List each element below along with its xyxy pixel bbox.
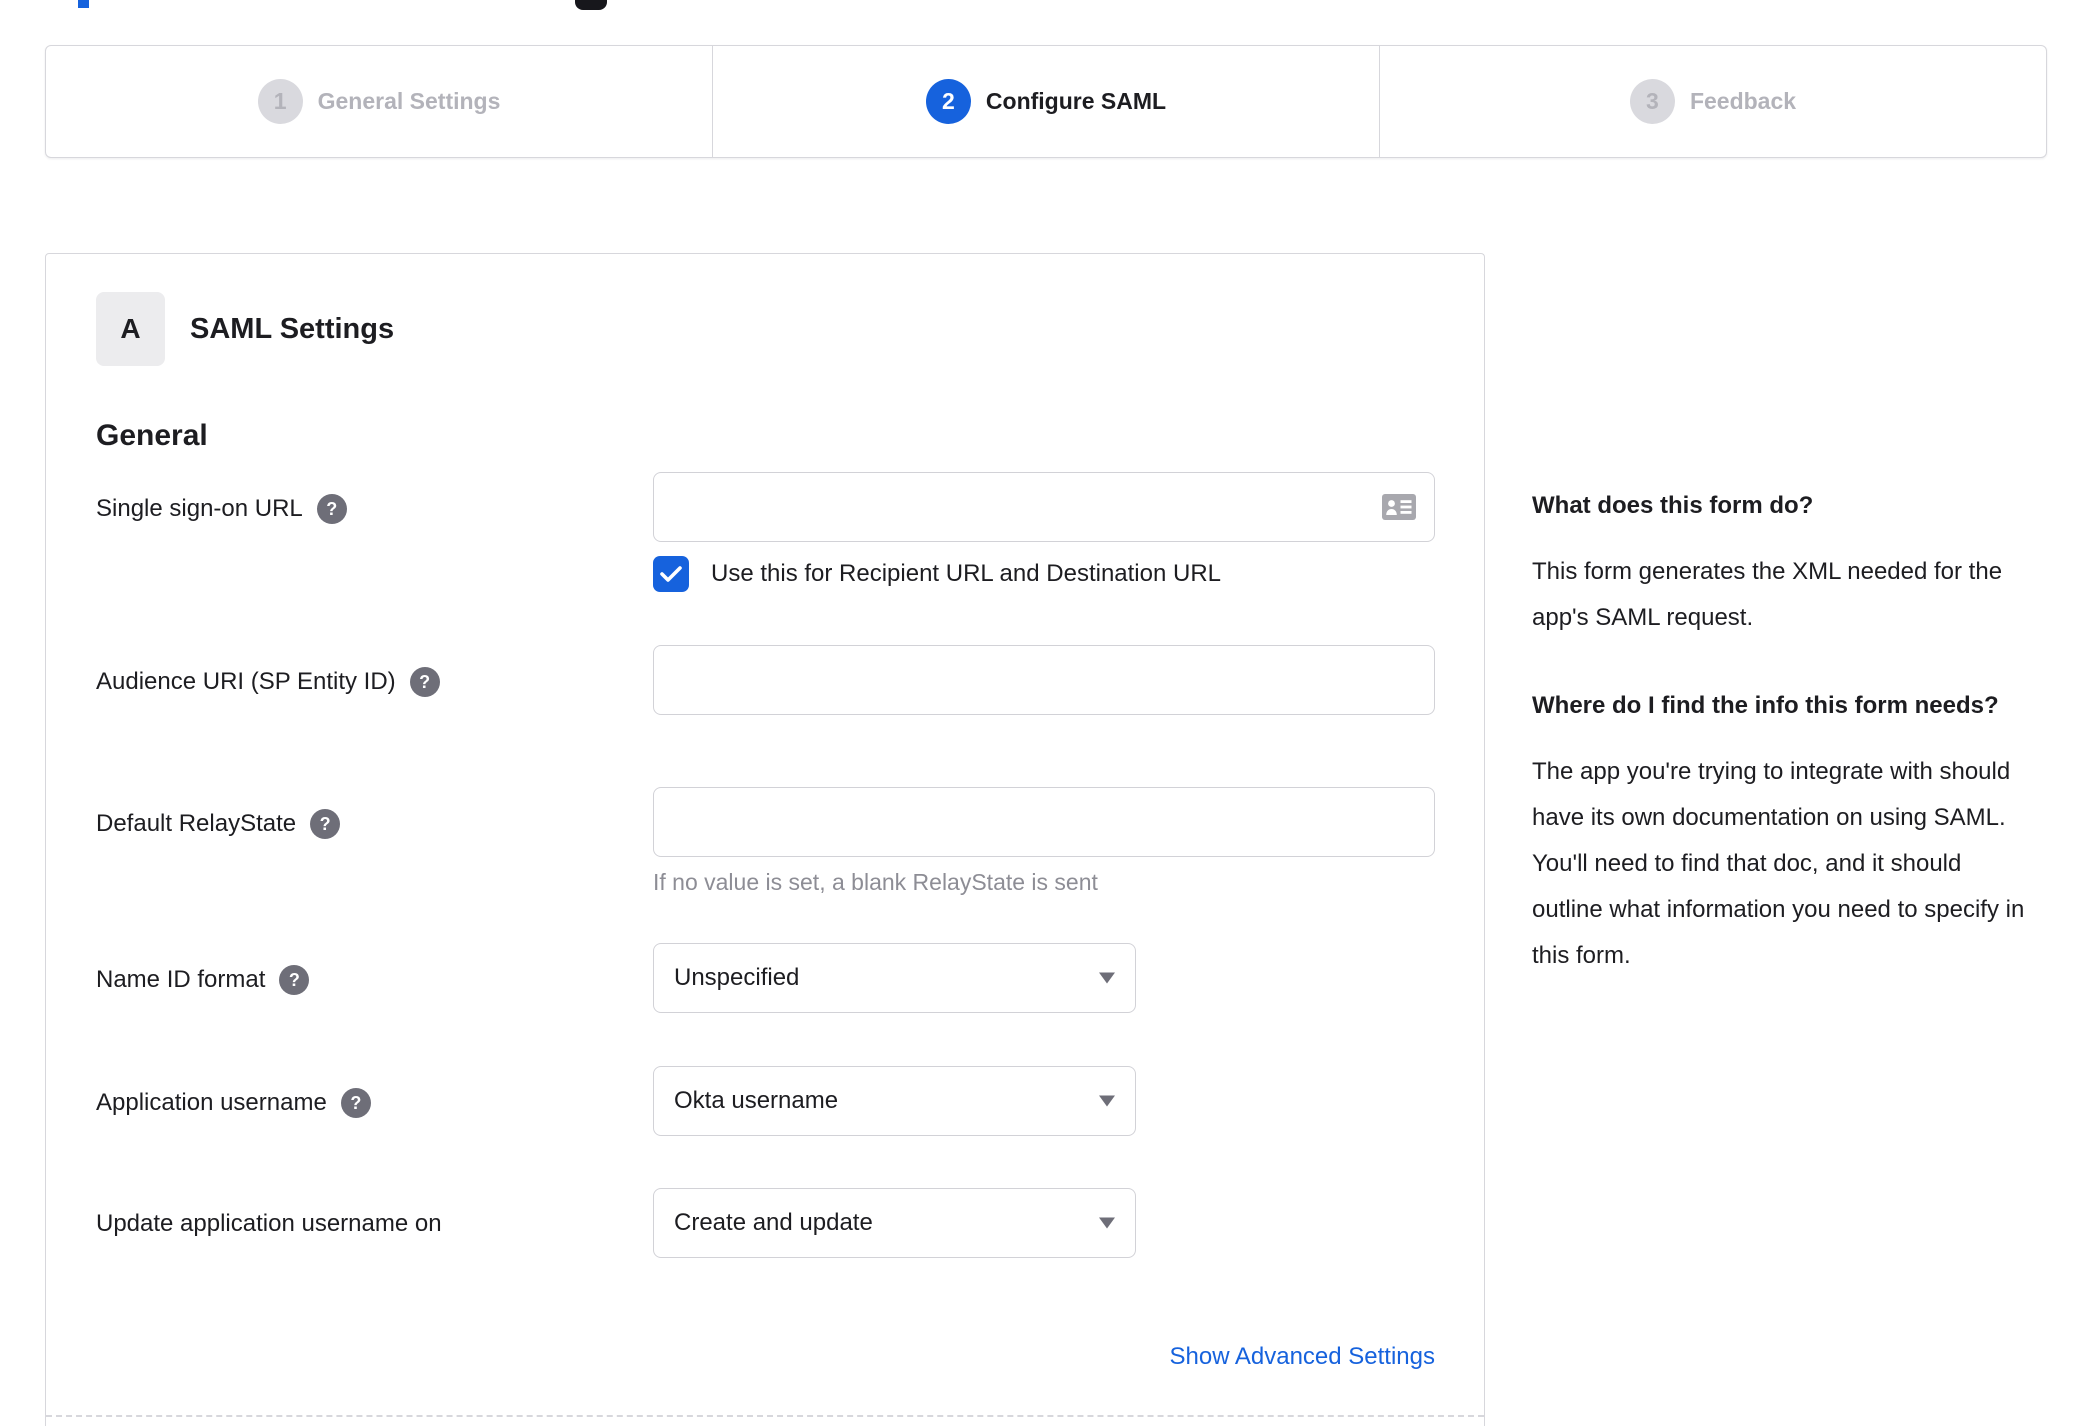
chevron-down-icon <box>1099 1217 1115 1229</box>
name-id-format-select[interactable]: Unspecified <box>653 943 1136 1013</box>
cut-off-dark-icon <box>575 0 607 10</box>
step-configure-saml[interactable]: 2 Configure SAML <box>712 46 1379 157</box>
sidebar-heading: What does this form do? <box>1532 492 1814 519</box>
show-advanced-settings-link[interactable]: Show Advanced Settings <box>1169 1343 1435 1371</box>
name-id-format-row: Name ID format ? Unspecified <box>96 943 1433 1013</box>
relay-state-hint: If no value is set, a blank RelayState i… <box>653 869 1098 895</box>
step-number-badge: 1 <box>257 79 303 124</box>
help-icon[interactable]: ? <box>316 494 347 524</box>
sidebar-body: This form generates the XML needed for t… <box>1532 558 2003 631</box>
update-application-username-label: Update application username on <box>96 1210 442 1237</box>
section-title: SAML Settings <box>190 312 395 345</box>
saml-settings-panel: A SAML Settings General Single sign-on U… <box>45 253 1485 1426</box>
step-label: Feedback <box>1689 88 1797 114</box>
application-username-label: Application username <box>96 1089 327 1116</box>
cut-off-blue-accent <box>78 0 89 8</box>
help-icon[interactable]: ? <box>310 809 341 839</box>
relay-state-input[interactable] <box>654 788 1434 856</box>
step-number-badge: 3 <box>1629 79 1675 124</box>
help-icon[interactable]: ? <box>279 965 310 995</box>
application-username-value: Okta username <box>674 1087 839 1114</box>
sso-url-row: Single sign-on URL ? Use this for Recipi… <box>96 472 1435 592</box>
general-group-heading: General <box>96 419 208 452</box>
section-a-badge: A <box>96 292 165 366</box>
audience-uri-row: Audience URI (SP Entity ID) ? <box>96 645 1435 715</box>
sso-url-input[interactable] <box>654 473 1434 541</box>
recipient-url-checkbox[interactable] <box>653 556 689 592</box>
recipient-url-checkbox-label[interactable]: Use this for Recipient URL and Destinati… <box>711 560 1221 588</box>
help-icon[interactable]: ? <box>409 667 440 697</box>
section-dashed-divider <box>46 1415 1484 1417</box>
audience-uri-label: Audience URI (SP Entity ID) <box>96 668 396 695</box>
chevron-down-icon <box>1099 972 1115 984</box>
audience-uri-input[interactable] <box>654 646 1434 714</box>
sso-url-label: Single sign-on URL <box>96 495 303 522</box>
step-label: Configure SAML <box>985 88 1167 114</box>
update-application-username-select[interactable]: Create and update <box>653 1188 1136 1258</box>
relay-state-row: Default RelayState ? If no value is set,… <box>96 787 1435 896</box>
step-general-settings[interactable]: 1 General Settings <box>46 46 712 157</box>
contact-card-icon[interactable] <box>1382 494 1416 520</box>
name-id-format-label: Name ID format <box>96 966 266 993</box>
sidebar-heading: Where do I find the info this form needs… <box>1532 692 1999 719</box>
update-application-username-row: Update application username on Create an… <box>96 1188 1433 1258</box>
application-username-select[interactable]: Okta username <box>653 1066 1136 1136</box>
chevron-down-icon <box>1099 1095 1115 1107</box>
step-label: General Settings <box>317 88 501 114</box>
relay-state-label: Default RelayState <box>96 810 297 837</box>
help-sidebar: What does this form do? This form genera… <box>1532 489 2032 979</box>
application-username-row: Application username ? Okta username <box>96 1066 1433 1136</box>
wizard-stepper: 1 General Settings 2 Configure SAML 3 Fe… <box>45 45 2047 158</box>
name-id-format-value: Unspecified <box>674 964 800 991</box>
step-number-badge: 2 <box>925 79 971 124</box>
sidebar-section-where: Where do I find the info this form needs… <box>1532 689 2032 979</box>
sidebar-section-what: What does this form do? This form genera… <box>1532 489 2032 641</box>
update-application-username-value: Create and update <box>674 1209 873 1236</box>
sidebar-body: The app you're trying to integrate with … <box>1532 758 2025 969</box>
step-feedback[interactable]: 3 Feedback <box>1379 46 2046 157</box>
help-icon[interactable]: ? <box>340 1088 371 1118</box>
